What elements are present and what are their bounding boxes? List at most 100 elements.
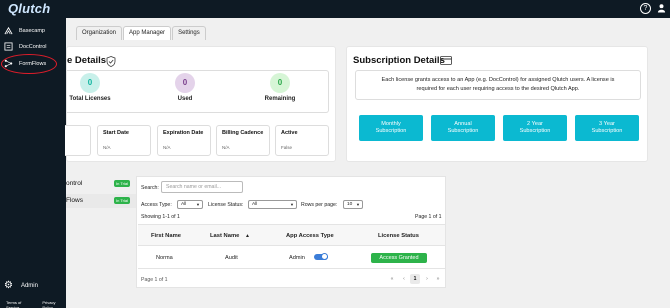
sidebar-footer: Terms of Service Privacy Policy (6, 300, 66, 308)
stat-remaining-value: 0 (270, 73, 290, 93)
field-value: False (281, 145, 293, 150)
field-header: Billing Cadence (222, 130, 264, 136)
license-details-card: e Details 0 Total Licenses 0 Used 0 Rema… (65, 46, 336, 162)
license-status-select[interactable]: All ▼ (248, 200, 297, 209)
table-header: First Name Last Name ▲ App Access Type L… (138, 224, 445, 246)
admin-toggle[interactable] (314, 253, 328, 260)
plan-line: 3 Year (599, 121, 615, 127)
plan-line: 2 Year (527, 121, 543, 127)
tab-settings[interactable]: Settings (172, 26, 206, 40)
cell-first-name: Norma (156, 255, 173, 261)
prev-page-button[interactable]: ‹ (399, 274, 409, 284)
cell-last-name: Audit (225, 255, 238, 261)
search-label: Search: (141, 185, 159, 191)
trial-badge: In Trial (114, 180, 131, 187)
column-app-access-type[interactable]: App Access Type (286, 233, 334, 239)
tab-bar: Organization App Manager Settings (76, 26, 206, 40)
search-input[interactable]: Search name or email... (161, 181, 243, 193)
app-name: ontrol (66, 180, 83, 187)
top-bar: Qlutch ? (0, 0, 670, 18)
field-header: Start Date (103, 130, 129, 136)
column-license-status[interactable]: License Status (378, 233, 419, 239)
chevron-down-icon: ▼ (356, 202, 360, 207)
plan-line: Subscription (375, 128, 407, 134)
plan-line: Monthly (381, 121, 401, 127)
field-value: N/A (103, 145, 111, 150)
trial-badge: In Trial (114, 197, 131, 204)
app-item-doccontrol[interactable]: ontrol In Trial (66, 177, 136, 191)
sidebar-item-admin[interactable]: ⚙ Admin (4, 280, 38, 291)
column-last-name[interactable]: Last Name (210, 233, 239, 239)
sidebar-item-doccontrol[interactable]: DocControl (3, 41, 63, 53)
license-stats: 0 Total Licenses 0 Used 0 Remaining (67, 70, 329, 113)
annual-subscription-button[interactable]: Annual Subscription (431, 115, 495, 141)
app-logo[interactable]: Qlutch (8, 1, 50, 16)
first-page-button[interactable]: « (387, 274, 397, 284)
tab-app-manager[interactable]: App Manager (123, 26, 172, 40)
column-first-name[interactable]: First Name (151, 233, 181, 239)
3-year-subscription-button[interactable]: 3 Year Subscription (575, 115, 639, 141)
license-field-active: Active False (275, 125, 329, 156)
access-granted-button[interactable]: Access Granted (371, 253, 427, 263)
2-year-subscription-button[interactable]: 2 Year Subscription (503, 115, 567, 141)
stat-used: 0 Used (155, 73, 215, 102)
access-type-label: Access Type: (141, 202, 172, 208)
user-icon[interactable] (656, 3, 667, 14)
license-title: e Details (67, 55, 107, 66)
page-1-button[interactable]: 1 (410, 274, 420, 284)
highlight-annotation (1, 54, 57, 74)
basecamp-icon (3, 26, 13, 36)
doc-icon (3, 42, 13, 52)
license-field-billing-cadence: Billing Cadence N/A (216, 125, 270, 156)
license-field-partial (65, 125, 91, 156)
field-value: N/A (163, 145, 171, 150)
apps-list: ontrol In Trial Flows In Trial (66, 174, 136, 214)
last-page-button[interactable]: » (433, 274, 443, 284)
question-circle-icon[interactable]: ? (640, 3, 651, 14)
table-row: Norma Audit Admin Access Granted (138, 247, 445, 269)
page-indicator-bottom: Page 1 of 1 (141, 277, 168, 283)
app-item-formflows[interactable]: Flows In Trial (66, 194, 136, 208)
monthly-subscription-button[interactable]: Monthly Subscription (359, 115, 423, 141)
plan-line: Subscription (591, 128, 623, 134)
page-indicator-top: Page 1 of 1 (415, 214, 442, 220)
gear-icon: ⚙ (4, 280, 13, 291)
subscription-description: Each license grants access to an App (e.… (355, 70, 641, 100)
select-value: All (181, 202, 187, 207)
stat-total: 0 Total Licenses (60, 73, 120, 102)
sidebar-item-basecamp[interactable]: Basecamp (3, 25, 63, 37)
stat-used-value: 0 (175, 73, 195, 93)
sidebar-item-label: DocControl (19, 44, 47, 50)
subscription-title: Subscription Details (353, 55, 445, 66)
sidebar-item-label: Basecamp (19, 28, 45, 34)
app-name: Flows (66, 197, 83, 204)
license-field-expiration-date: Expiration Date N/A (157, 125, 211, 156)
plan-line: Annual (454, 121, 472, 127)
toggle-knob (321, 253, 328, 260)
description-line: Each license grants access to an App (e.… (381, 77, 615, 83)
stat-used-label: Used (177, 96, 193, 102)
sidebar: Basecamp DocControl FormFlows ⚙ Admin Te… (0, 18, 66, 308)
rows-per-page-select[interactable]: 10 ▼ (343, 200, 363, 209)
tab-organization[interactable]: Organization (76, 26, 123, 40)
next-page-button[interactable]: › (422, 274, 432, 284)
plan-line: Subscription (519, 128, 551, 134)
access-type-select[interactable]: All ▼ (177, 200, 203, 209)
field-header: Expiration Date (163, 130, 204, 136)
field-value: N/A (222, 145, 230, 150)
users-panel: Search: Search name or email... Access T… (136, 176, 446, 288)
field-header: Active (281, 130, 298, 136)
shield-icon (106, 56, 116, 67)
description-line: required for each user requiring access … (416, 86, 580, 92)
select-value: All (252, 202, 258, 207)
cell-access-type: Admin (289, 255, 305, 261)
license-status-label: License Status: (208, 202, 244, 208)
showing-count: Showing 1-1 of 1 (141, 214, 180, 220)
stat-remaining-label: Remaining (264, 96, 296, 102)
license-field-start-date: Start Date N/A (97, 125, 151, 156)
stat-total-value: 0 (80, 73, 100, 93)
plan-line: Subscription (447, 128, 479, 134)
privacy-link[interactable]: Privacy Policy (42, 300, 66, 308)
sort-ascending-icon: ▲ (245, 233, 250, 239)
terms-link[interactable]: Terms of Service (6, 300, 34, 308)
